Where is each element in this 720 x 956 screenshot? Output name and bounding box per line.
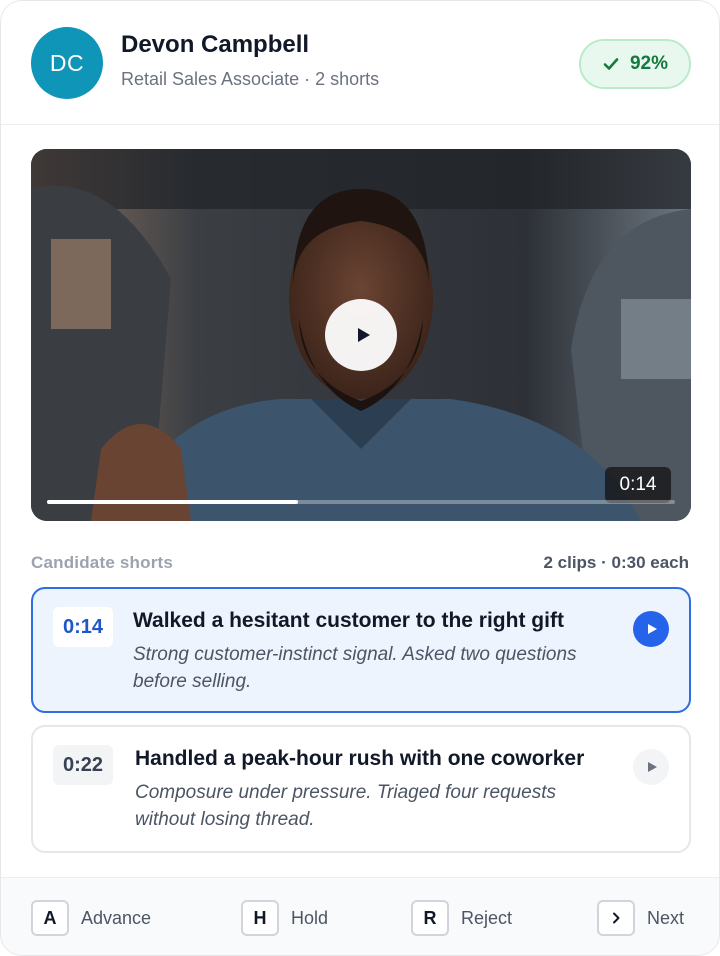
next-shortcut-key: [597, 900, 635, 936]
clip-title: Walked a hesitant customer to the right …: [133, 609, 564, 632]
shorts-section-label: Candidate shorts: [31, 553, 174, 572]
short-clip-item[interactable]: 0:22 Handled a peak-hour rush with one c…: [31, 725, 691, 853]
play-icon: [357, 328, 370, 342]
advance-shortcut-key: A: [31, 900, 69, 936]
hold-label: Hold: [291, 907, 329, 928]
advance-action[interactable]: A Advance: [31, 900, 151, 936]
candidate-subtitle: Retail Sales Associate · 2 shorts: [121, 69, 380, 89]
clip-play-button[interactable]: [633, 611, 669, 647]
short-clip-item[interactable]: 0:14 Walked a hesitant customer to the r…: [31, 587, 691, 713]
clip-title: Handled a peak-hour rush with one cowork…: [135, 747, 585, 770]
play-icon: [648, 624, 657, 634]
chevron-right-icon: [613, 912, 620, 924]
hold-action[interactable]: H Hold: [241, 900, 328, 936]
match-score-badge: 92%: [579, 39, 691, 89]
reject-label: Reject: [461, 907, 513, 928]
candidate-review-card: DC Devon Campbell Retail Sales Associate…: [0, 0, 720, 956]
reject-action[interactable]: R Reject: [411, 900, 512, 936]
candidate-name: Devon Campbell: [121, 31, 310, 58]
reject-shortcut-key: R: [411, 900, 449, 936]
video-timestamp: 0:14: [605, 467, 671, 503]
next-action[interactable]: Next: [597, 900, 684, 936]
video-progress-bar[interactable]: [47, 500, 675, 504]
advance-label: Advance: [81, 907, 152, 928]
clip-description: Strong customer-instinct signal. Asked t…: [133, 644, 577, 692]
shorts-section-meta: 2 clips · 0:30 each: [543, 553, 689, 572]
clip-play-button[interactable]: [633, 749, 669, 785]
video-player[interactable]: 0:14: [31, 149, 691, 521]
hold-shortcut-key: H: [241, 900, 279, 936]
video-progress-fill: [47, 500, 299, 504]
play-button[interactable]: [325, 299, 397, 371]
check-icon: [603, 58, 619, 70]
match-score-value: 92%: [629, 53, 669, 74]
clip-description: Composure under pressure. Triaged four r…: [135, 782, 557, 830]
play-icon: [648, 762, 657, 772]
candidate-header: DC Devon Campbell Retail Sales Associate…: [1, 1, 719, 125]
next-label: Next: [647, 907, 685, 928]
clip-timestamp: 0:22: [53, 745, 114, 785]
avatar: DC: [31, 27, 103, 99]
clip-timestamp: 0:14: [53, 607, 114, 647]
action-bar: A Advance H Hold R Reject Next: [1, 877, 719, 955]
